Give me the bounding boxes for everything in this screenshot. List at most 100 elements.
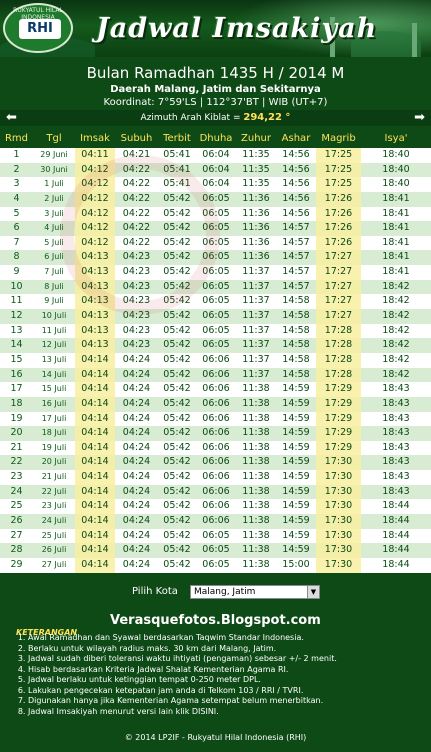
cell-zuhur: 11:38 [242,456,270,468]
cell-terbit: 05:42 [163,266,191,278]
note-item[interactable]: Jadwal Imsakiyah menurut versi lain klik… [28,707,428,718]
cell-ashar: 14:58 [282,324,310,336]
note-item: Berlaku untuk wilayah radius maks. 30 km… [28,644,428,655]
cell-magrib: 17:25 [316,177,361,192]
cell-subuh: 04:23 [122,339,151,351]
cell-ashar: 14:59 [282,515,310,527]
cell-ashar: 14:58 [282,310,310,322]
cell-dhuha: 06:06 [202,412,230,424]
cell-magrib: 17:25 [316,148,361,163]
table-row: 9 7 Juli 04:13 04:23 05:42 06:05 11:37 14:57 17:… [0,265,431,280]
cell-dhuha: 06:05 [202,192,230,204]
cell-rmd: 29 [10,558,23,570]
cell-subuh: 04:22 [122,178,151,190]
cell-terbit: 05:42 [163,427,191,439]
cell-subuh: 04:23 [122,251,151,263]
cell-tgl: 16 Juli [41,398,67,408]
cell-tgl: 10 Juli [41,311,67,321]
table-row: 25 23 Juli 04:14 04:24 05:42 06:06 11:38 14:59 1… [0,499,431,515]
cell-imsak: 04:14 [75,352,115,368]
cell-dhuha: 06:06 [202,368,230,380]
city-selector: Pilih Kota Malang, Jatim ▼ [0,580,431,604]
cell-terbit: 05:41 [163,178,191,190]
cell-tgl: 14 Juli [41,369,67,379]
cell-rmd: 9 [13,266,20,278]
cell-ashar: 14:57 [282,266,310,278]
cell-zuhur: 11:38 [242,485,270,497]
city-selected-value: Malang, Jatim [194,587,256,597]
cell-isya: 18:43 [382,456,410,468]
cell-ashar: 14:56 [282,178,310,190]
cell-subuh: 04:21 [122,149,151,160]
cell-ashar: 14:56 [282,207,310,219]
cell-subuh: 04:22 [122,222,151,234]
cell-zuhur: 11:37 [242,353,270,365]
arrow-right-icon[interactable]: ➡ [414,110,425,126]
cell-terbit: 05:42 [163,236,191,248]
table-header: Rmd Tgl Imsak Subuh Terbit Dhuha Zuhur Ashar Mag… [0,129,431,148]
table-row: 28 26 Juli 04:14 04:24 05:42 06:05 11:38 14:59 1… [0,543,431,558]
cell-zuhur: 11:38 [242,471,270,483]
table-row: 16 14 Juli 04:14 04:24 05:42 06:06 11:37 14:58 1… [0,367,431,383]
cell-imsak: 04:14 [75,440,115,456]
table-row: 22 20 Juli 04:14 04:24 05:42 06:06 11:38 14:59 1… [0,455,431,471]
cell-dhuha: 06:05 [202,339,230,351]
cell-rmd: 22 [10,456,23,468]
cell-imsak: 04:12 [75,235,115,251]
cell-tgl: 18 Juli [41,428,67,438]
cell-subuh: 04:24 [122,471,151,483]
cell-imsak: 04:14 [75,528,115,544]
cell-terbit: 05:42 [163,471,191,483]
cell-tgl: 3 Juli [44,208,64,218]
cell-rmd: 6 [13,222,20,234]
table-row: 24 22 Juli 04:14 04:24 05:42 06:06 11:38 14:59 1… [0,484,431,500]
cell-magrib: 17:30 [316,455,361,471]
cell-subuh: 04:24 [122,368,151,380]
cell-ashar: 14:59 [282,544,310,556]
cell-tgl: 22 Juli [41,486,67,496]
cell-subuh: 04:22 [122,163,151,175]
banner-title: Jadwal Imsakiyah [96,13,378,44]
note-item: Hisab berdasarkan Kriteria Jadwal Shalat… [28,665,428,676]
note-item: Jadwal sudah diberi toleransi waktu ihti… [28,654,428,665]
cell-magrib: 17:26 [316,221,361,236]
cell-tgl: 25 Juli [41,530,67,540]
cell-rmd: 4 [13,192,20,204]
city-select[interactable]: Malang, Jatim ▼ [190,585,320,599]
cell-rmd: 5 [13,207,20,219]
cell-subuh: 04:23 [122,266,151,278]
cell-subuh: 04:24 [122,412,151,424]
cell-zuhur: 11:37 [242,310,270,322]
cell-subuh: 04:24 [122,558,151,570]
cell-subuh: 04:24 [122,529,151,541]
cell-rmd: 11 [10,295,23,307]
cell-imsak: 04:14 [75,367,115,383]
cell-dhuha: 06:04 [202,178,230,190]
cell-magrib: 17:28 [316,352,361,368]
cell-imsak: 04:12 [75,206,115,222]
cell-dhuha: 06:06 [202,427,230,439]
cell-isya: 18:44 [382,558,410,570]
cell-dhuha: 06:05 [202,310,230,322]
cell-terbit: 05:42 [163,324,191,336]
cell-rmd: 27 [10,529,23,541]
cell-rmd: 2 [13,163,20,175]
table-row: 26 24 Juli 04:14 04:24 05:42 06:06 11:38 14:59 1… [0,514,431,529]
cell-isya: 18:42 [382,353,410,365]
cell-dhuha: 06:05 [202,236,230,248]
cell-subuh: 04:22 [122,236,151,248]
cell-isya: 18:41 [382,236,410,248]
cell-isya: 18:42 [382,295,410,307]
cell-isya: 18:42 [382,339,410,351]
table-row: 20 18 Juli 04:14 04:24 05:42 06:06 11:38 14:59 1… [0,426,431,441]
notes-section: Verasquefotos.Blogspot.com KETERANGAN Aw… [0,604,431,724]
cell-isya: 18:43 [382,485,410,497]
note-item: Jadwal berlaku untuk ketinggian tempat 0… [28,675,428,686]
cell-isya: 18:43 [382,397,410,409]
cell-zuhur: 11:36 [242,207,270,219]
cell-tgl: 20 Juli [41,457,67,467]
cell-tgl: 15 Juli [41,384,67,394]
cell-dhuha: 06:06 [202,485,230,497]
dropdown-arrow-icon[interactable]: ▼ [307,586,319,598]
cell-isya: 18:40 [382,178,410,190]
